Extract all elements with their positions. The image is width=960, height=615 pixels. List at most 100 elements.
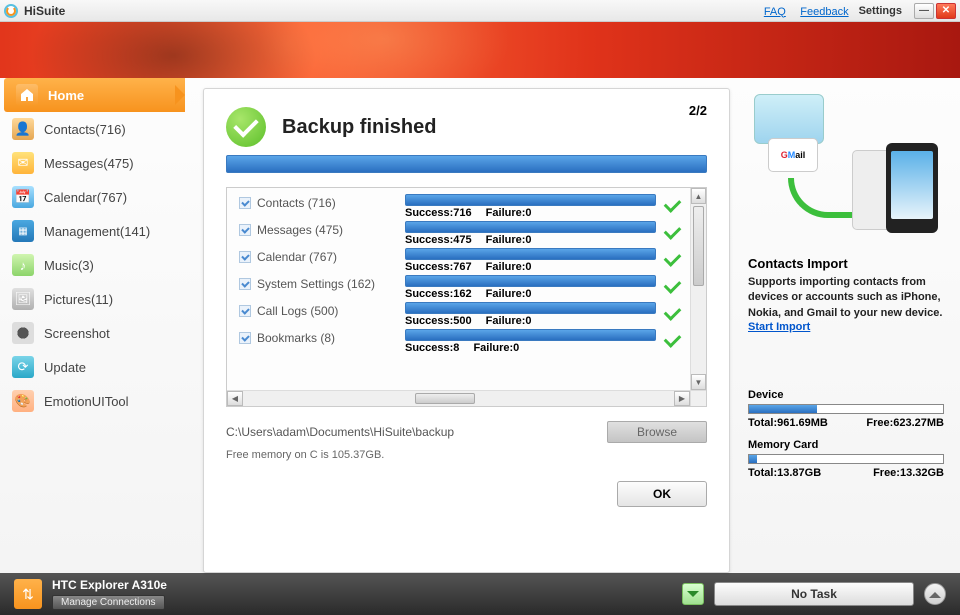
sidebar-item-label: Home xyxy=(48,88,84,103)
download-icon[interactable] xyxy=(682,583,704,605)
backup-item-row: Call Logs (500)Success:500Failure:0 xyxy=(239,302,686,327)
horizontal-scrollbar[interactable]: ◀ ▶ xyxy=(227,390,690,406)
sidebar-item-emotionuitool[interactable]: 🎨 EmotionUITool xyxy=(0,384,185,418)
settings-link[interactable]: Settings xyxy=(859,5,902,17)
sidebar-item-label: Update xyxy=(44,360,86,375)
backup-items-list: Contacts (716)Success:716Failure:0Messag… xyxy=(226,187,707,407)
item-progress-bar xyxy=(405,275,656,287)
home-icon xyxy=(16,84,38,106)
promo-graphic: GMail xyxy=(748,88,944,238)
failure-text: Failure:0 xyxy=(486,315,532,327)
sidebar-item-label: Management(141) xyxy=(44,224,150,239)
checkbox-icon[interactable] xyxy=(239,197,251,209)
success-text: Success:767 xyxy=(405,261,472,273)
backup-panel: 2/2 Backup finished Contacts (716) Succes… xyxy=(203,88,730,573)
scroll-down-icon[interactable]: ▼ xyxy=(691,374,706,390)
item-done-check-icon xyxy=(662,329,682,349)
app-title: HiSuite xyxy=(24,4,65,18)
minimize-button[interactable]: — xyxy=(914,3,934,19)
backup-item-label: Call Logs (500) xyxy=(257,304,338,318)
update-icon: ⟳ xyxy=(12,356,34,378)
sidebar-item-calendar[interactable]: 📅 Calendar(767) xyxy=(0,180,185,214)
phone-black-icon xyxy=(886,143,938,233)
backup-item-row: Bookmarks (8)Success:8Failure:0 xyxy=(239,329,686,354)
device-storage-bar xyxy=(748,404,944,414)
backup-item-label: Contacts (716) xyxy=(257,196,336,210)
sidebar-item-label: Messages(475) xyxy=(44,156,134,171)
backup-item-row: Calendar (767)Success:767Failure:0 xyxy=(239,248,686,273)
success-text: Success:162 xyxy=(405,288,472,300)
checkbox-icon[interactable] xyxy=(239,305,251,317)
item-done-check-icon xyxy=(662,275,682,295)
success-text: Success:475 xyxy=(405,234,472,246)
main: Home 👤 Contacts(716) ✉ Messages(475) 📅 C… xyxy=(0,78,960,573)
card-total: Total:13.87GB xyxy=(748,467,821,479)
free-memory-text: Free memory on C is 105.37GB. xyxy=(226,449,707,461)
vertical-scrollbar[interactable]: ▲ ▼ xyxy=(690,188,706,390)
scroll-up-icon[interactable]: ▲ xyxy=(691,188,706,204)
sidebar-item-contacts[interactable]: 👤 Contacts(716) xyxy=(0,112,185,146)
sidebar-item-label: Contacts(716) xyxy=(44,122,126,137)
device-total: Total:961.69MB xyxy=(748,417,828,429)
manage-connections-button[interactable]: Manage Connections xyxy=(52,595,165,610)
top-links: FAQ Feedback xyxy=(764,2,859,20)
sidebar-item-pictures[interactable]: 🖼 Pictures(11) xyxy=(0,282,185,316)
close-button[interactable]: ✕ xyxy=(936,3,956,19)
item-done-check-icon xyxy=(662,248,682,268)
ok-button[interactable]: OK xyxy=(617,481,707,507)
right-panel: GMail Contacts Import Supports importing… xyxy=(740,78,960,573)
checkbox-icon[interactable] xyxy=(239,224,251,236)
promo-desc: Supports importing contacts from devices… xyxy=(748,275,944,321)
usb-icon: ⇅ xyxy=(14,579,42,609)
browse-button[interactable]: Browse xyxy=(607,421,707,443)
device-storage-title: Device xyxy=(748,389,944,401)
sidebar-item-music[interactable]: ♪ Music(3) xyxy=(0,248,185,282)
task-button[interactable]: No Task xyxy=(714,582,914,606)
checkbox-icon[interactable] xyxy=(239,251,251,263)
device-name: HTC Explorer A310e xyxy=(52,578,167,592)
panel-title: Backup finished xyxy=(282,116,436,139)
item-progress-bar xyxy=(405,194,656,206)
backup-item-row: System Settings (162)Success:162Failure:… xyxy=(239,275,686,300)
pictures-icon: 🖼 xyxy=(12,288,34,310)
sidebar-item-management[interactable]: ▦ Management(141) xyxy=(0,214,185,248)
backup-path: C:\Users\adam\Documents\HiSuite\backup xyxy=(226,425,607,439)
item-progress-bar xyxy=(405,302,656,314)
bottom-bar: ⇅ HTC Explorer A310e Manage Connections … xyxy=(0,573,960,615)
sidebar-item-update[interactable]: ⟳ Update xyxy=(0,350,185,384)
item-done-check-icon xyxy=(662,221,682,241)
item-done-check-icon xyxy=(662,302,682,322)
item-progress-bar xyxy=(405,221,656,233)
checkbox-icon[interactable] xyxy=(239,278,251,290)
contacts-icon: 👤 xyxy=(12,118,34,140)
calendar-icon: 📅 xyxy=(12,186,34,208)
device-free: Free:623.27MB xyxy=(866,417,944,429)
item-done-check-icon xyxy=(662,194,682,214)
hscroll-thumb[interactable] xyxy=(415,393,475,404)
success-check-icon xyxy=(226,107,266,147)
sidebar-item-messages[interactable]: ✉ Messages(475) xyxy=(0,146,185,180)
expand-up-icon[interactable] xyxy=(924,583,946,605)
center: 2/2 Backup finished Contacts (716) Succes… xyxy=(185,78,740,573)
faq-link[interactable]: FAQ xyxy=(764,6,786,18)
checkbox-icon[interactable] xyxy=(239,332,251,344)
music-icon: ♪ xyxy=(12,254,34,276)
app-logo-icon xyxy=(4,4,18,18)
feedback-link[interactable]: Feedback xyxy=(800,6,848,18)
sidebar-item-label: Screenshot xyxy=(44,326,110,341)
progress-counter: 2/2 xyxy=(689,103,707,118)
item-progress-bar xyxy=(405,248,656,260)
sidebar-item-home[interactable]: Home xyxy=(4,78,185,112)
success-text: Success:8 xyxy=(405,342,459,354)
scrollbar-corner xyxy=(690,390,706,406)
card-storage-title: Memory Card xyxy=(748,439,944,451)
scroll-thumb[interactable] xyxy=(693,206,704,286)
sidebar-item-screenshot[interactable]: Screenshot xyxy=(0,316,185,350)
failure-text: Failure:0 xyxy=(486,288,532,300)
scroll-left-icon[interactable]: ◀ xyxy=(227,391,243,406)
scroll-right-icon[interactable]: ▶ xyxy=(674,391,690,406)
start-import-link[interactable]: Start Import xyxy=(748,321,810,333)
success-text: Success:716 xyxy=(405,207,472,219)
screenshot-icon xyxy=(12,322,34,344)
devices-icon xyxy=(754,94,824,144)
